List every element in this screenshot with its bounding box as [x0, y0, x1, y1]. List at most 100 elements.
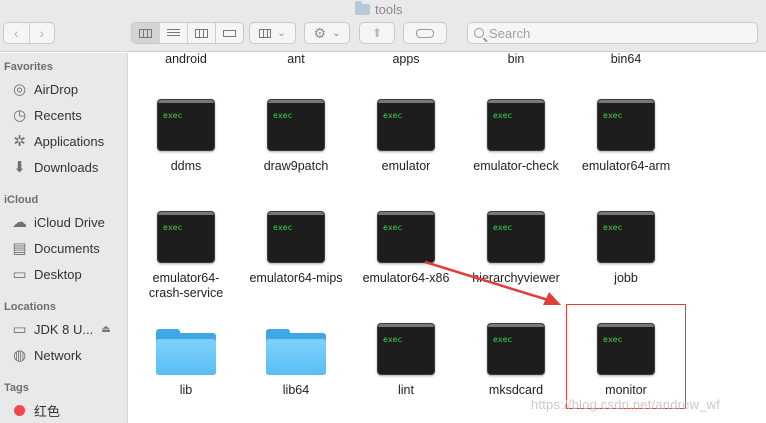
highlight-box	[566, 304, 686, 409]
gallery-view-button[interactable]	[215, 23, 243, 43]
share-icon: ⬆	[371, 26, 383, 40]
folder-title-icon	[355, 0, 370, 15]
share-button[interactable]: ⬆	[359, 22, 395, 44]
file-label: bin	[507, 53, 525, 66]
exec-file-item[interactable]: exec hierarchyviewer	[461, 211, 571, 286]
sidebar-item-desktop[interactable]: ▭ Desktop	[10, 264, 81, 284]
terminal-exec-icon: exec	[487, 211, 545, 263]
window-title-text: tools	[375, 1, 403, 17]
exec-file-item[interactable]: exec emulator64-x86	[351, 211, 461, 286]
sidebar-item-documents[interactable]: ▤ Documents	[10, 238, 100, 258]
folder-icon	[156, 327, 216, 375]
folder-item[interactable]: bin64	[571, 53, 681, 67]
back-button[interactable]: ‹	[4, 23, 29, 43]
exec-file-item[interactable]: exec jobb	[571, 211, 681, 286]
watermark: https://blog.csdn.net/andrew_wf	[531, 397, 721, 412]
sidebar-item-network[interactable]: ◍ Network	[10, 345, 82, 365]
sidebar-item-downloads[interactable]: ⬇ Downloads	[10, 157, 98, 177]
folder-item[interactable]: ant	[241, 53, 351, 67]
sidebar-item-label: AirDrop	[34, 81, 79, 97]
icon-view-button[interactable]	[132, 23, 159, 43]
sidebar-item-label: 红色	[34, 403, 61, 419]
exec-file-item[interactable]: exec draw9patch	[241, 99, 351, 174]
exec-file-item[interactable]: exec emulator64-mips	[241, 211, 351, 286]
file-label: android	[165, 53, 207, 66]
folder-item[interactable]: android	[131, 53, 241, 67]
sidebar-item-tag-red[interactable]: 红色	[10, 400, 60, 420]
group-by-button[interactable]: ⌄	[249, 22, 296, 44]
action-button[interactable]: ⚙ ⌄	[304, 22, 350, 44]
applications-icon: ✲	[13, 133, 26, 150]
file-label: lib64	[282, 383, 310, 397]
exec-file-item[interactable]: exec emulator64- crash-service	[131, 211, 241, 301]
desktop-icon: ▭	[12, 266, 27, 283]
sidebar-item-label: Downloads	[34, 159, 99, 175]
red-tag-dot	[14, 404, 25, 416]
tags-heading: Tags	[4, 382, 29, 394]
file-label: draw9patch	[263, 159, 329, 173]
file-label: lib	[179, 383, 193, 397]
downloads-icon: ⬇	[13, 159, 26, 176]
group-grid-icon	[259, 28, 272, 38]
file-label: emulator-check	[473, 159, 559, 173]
exec-file-item[interactable]: exec lint	[351, 323, 461, 398]
sidebar-item-label: Recents	[34, 107, 82, 123]
search-field[interactable]	[467, 22, 758, 44]
forward-button[interactable]: ›	[28, 23, 55, 43]
recents-icon: ◷	[12, 107, 27, 124]
exec-file-item[interactable]: exec ddms	[131, 99, 241, 174]
folder-item[interactable]: lib	[131, 323, 241, 398]
sidebar-item-applications[interactable]: ✲ Applications	[10, 131, 104, 151]
terminal-exec-icon: exec	[487, 323, 545, 375]
terminal-exec-icon: exec	[157, 211, 215, 263]
eject-icon[interactable]: ⏏	[101, 324, 110, 335]
exec-file-item[interactable]: exec mksdcard	[461, 323, 571, 398]
favorites-heading: Favorites	[4, 61, 53, 73]
terminal-exec-icon: exec	[267, 211, 325, 263]
sidebar: Favorites ◎ AirDrop ◷ Recents ✲ Applicat…	[0, 53, 128, 423]
sidebar-item-airdrop[interactable]: ◎ AirDrop	[10, 79, 78, 99]
disk-icon: ▭	[12, 321, 27, 338]
sidebar-item-label: JDK 8 U...	[34, 321, 94, 337]
exec-file-item[interactable]: exec emulator64-arm	[571, 99, 681, 174]
view-mode-switcher	[131, 22, 244, 44]
sidebar-item-recents[interactable]: ◷ Recents	[10, 105, 82, 125]
search-icon	[474, 28, 484, 38]
chevron-down-icon: ⌄	[332, 27, 341, 39]
sidebar-item-label: Documents	[34, 240, 100, 256]
terminal-exec-icon: exec	[597, 211, 655, 263]
file-label: bin64	[610, 53, 642, 66]
search-input[interactable]	[489, 25, 739, 41]
column-view-button[interactable]	[187, 23, 215, 43]
exec-file-item[interactable]: exec emulator-check	[461, 99, 571, 174]
cloud-icon: ☁	[12, 214, 27, 231]
terminal-exec-icon: exec	[377, 323, 435, 375]
gear-icon: ⚙	[313, 24, 327, 41]
folder-item[interactable]: bin	[461, 53, 571, 67]
sidebar-item-label: Applications	[34, 133, 105, 149]
window-title: tools	[355, 0, 403, 17]
file-label: lint	[398, 383, 414, 397]
icloud-heading: iCloud	[4, 194, 39, 206]
chevron-down-icon: ⌄	[277, 27, 286, 39]
gallery-icon	[223, 29, 236, 37]
exec-file-item[interactable]: exec emulator	[351, 99, 461, 174]
file-label: ant	[287, 53, 305, 66]
file-label: hierarchyviewer	[472, 271, 560, 285]
columns-icon	[195, 28, 208, 38]
sidebar-item-icloud-drive[interactable]: ☁ iCloud Drive	[10, 212, 105, 232]
terminal-exec-icon: exec	[377, 99, 435, 151]
sidebar-item-label: Network	[34, 347, 82, 363]
toolbar: tools ‹ › ⌄ ⚙ ⌄ ⬆	[0, 0, 766, 52]
file-label: emulator	[381, 159, 431, 173]
file-label: apps	[392, 53, 420, 66]
file-label: mksdcard	[488, 383, 544, 397]
grid-icon	[139, 28, 152, 38]
terminal-exec-icon: exec	[377, 211, 435, 263]
folder-item[interactable]: lib64	[241, 323, 351, 398]
file-label: jobb	[614, 271, 638, 285]
folder-item[interactable]: apps	[351, 53, 461, 67]
tags-button[interactable]	[403, 22, 447, 44]
list-view-button[interactable]	[159, 23, 187, 43]
sidebar-item-jdk[interactable]: ▭ JDK 8 U... ⏏	[10, 319, 110, 339]
